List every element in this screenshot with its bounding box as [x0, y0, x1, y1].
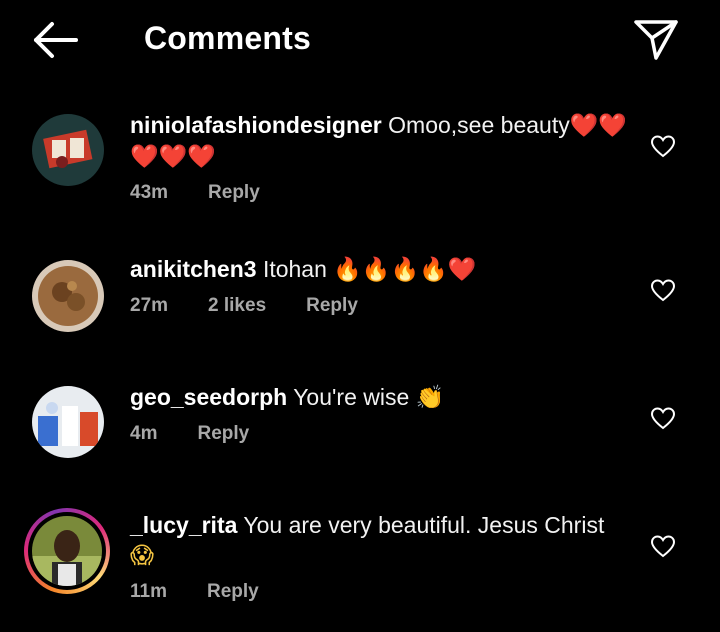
- avatar-story-ring[interactable]: [24, 508, 110, 594]
- like-button[interactable]: [650, 406, 676, 432]
- avatar[interactable]: [32, 386, 104, 458]
- comment-message: Itohan: [262, 256, 327, 282]
- heart-outline-icon: [650, 407, 676, 430]
- comment-time: 43m: [130, 182, 169, 203]
- avatar[interactable]: [32, 260, 104, 332]
- heart-outline-icon: [650, 279, 676, 302]
- back-button[interactable]: [30, 20, 82, 60]
- comment-item: geo_seedorph You're wise 👏 4m Reply: [0, 382, 720, 472]
- paper-plane-icon: [634, 20, 678, 60]
- comment-username[interactable]: niniolafashiondesigner: [130, 112, 382, 138]
- page-title: Comments: [144, 20, 311, 56]
- comment-time: 11m: [130, 581, 167, 602]
- comment-emojis: 😱: [130, 543, 154, 569]
- comment-text: anikitchen3 Itohan 🔥🔥🔥🔥❤️: [130, 254, 630, 285]
- comment-message: Omoo,see beauty: [388, 112, 570, 138]
- comment-text: niniolafashiondesigner Omoo,see beauty❤️…: [130, 110, 630, 172]
- like-button[interactable]: [650, 278, 676, 304]
- avatar[interactable]: [32, 114, 104, 186]
- like-button[interactable]: [650, 134, 676, 160]
- arrow-left-icon: [34, 22, 78, 58]
- comment-item: anikitchen3 Itohan 🔥🔥🔥🔥❤️ 27m 2 likes Re…: [0, 254, 720, 344]
- header-bar: Comments: [0, 0, 720, 80]
- comment-meta: 11m Reply: [130, 581, 630, 603]
- reply-button[interactable]: Reply: [197, 423, 249, 445]
- comment-message: You are very beautiful. Jesus Christ: [243, 512, 605, 538]
- heart-outline-icon: [650, 135, 676, 158]
- comment-meta: 4m Reply: [130, 423, 630, 445]
- comment-meta: 43m Reply: [130, 182, 630, 204]
- avatar: [32, 516, 102, 586]
- reply-button[interactable]: Reply: [207, 581, 259, 603]
- reply-button[interactable]: Reply: [306, 295, 358, 317]
- comment-username[interactable]: geo_seedorph: [130, 384, 287, 410]
- comment-username[interactable]: _lucy_rita: [130, 512, 237, 538]
- comment-message: You're wise: [293, 384, 410, 410]
- comment-emojis: 👏: [415, 385, 445, 411]
- comment-text: _lucy_rita You are very beautiful. Jesus…: [130, 510, 630, 571]
- comment-username[interactable]: anikitchen3: [130, 256, 257, 282]
- comment-emojis: 🔥🔥🔥🔥❤️: [333, 257, 477, 283]
- comment-likes[interactable]: 2 likes: [208, 295, 266, 317]
- comment-text: geo_seedorph You're wise 👏: [130, 382, 630, 413]
- comment-item: niniolafashiondesigner Omoo,see beauty❤️…: [0, 110, 720, 220]
- comment-time: 27m: [130, 295, 169, 316]
- heart-outline-icon: [650, 535, 676, 558]
- comment-meta: 27m 2 likes Reply: [130, 295, 630, 317]
- share-button[interactable]: [630, 16, 682, 62]
- comment-item: _lucy_rita You are very beautiful. Jesus…: [0, 508, 720, 620]
- comment-time: 4m: [130, 423, 158, 444]
- like-button[interactable]: [650, 534, 676, 560]
- reply-button[interactable]: Reply: [208, 182, 260, 204]
